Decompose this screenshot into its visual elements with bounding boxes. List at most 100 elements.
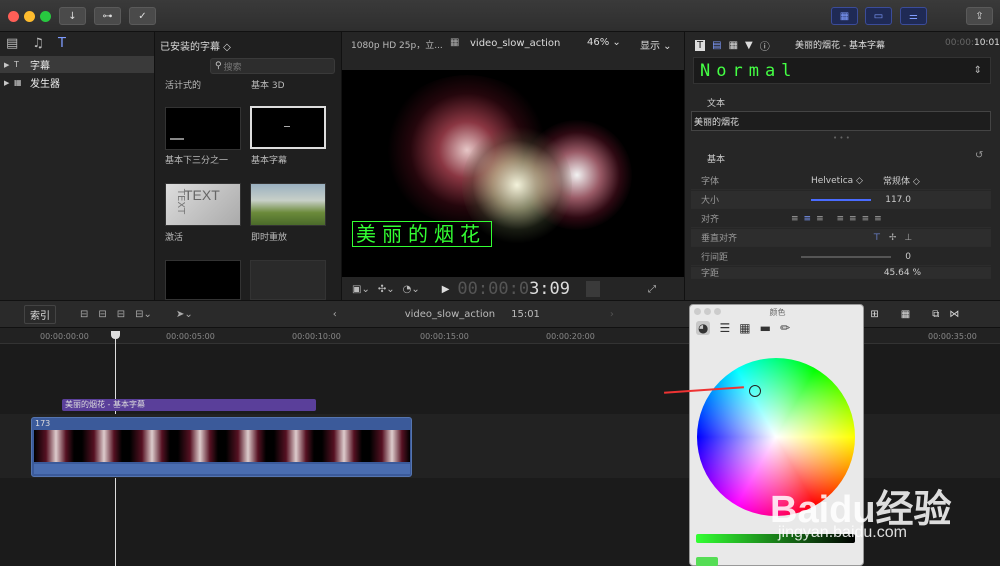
- timeline-toggle-icon[interactable]: ▭: [865, 7, 892, 25]
- inspector-toggle-icon[interactable]: ⚌: [900, 7, 927, 25]
- size-value[interactable]: 117.0: [885, 195, 911, 205]
- insert-clip-icon[interactable]: ⊟: [98, 309, 106, 320]
- title-thumbnail-basic-title[interactable]: [250, 106, 326, 149]
- video-canvas[interactable]: 美丽的烟花: [342, 70, 684, 277]
- titles-generators-icon[interactable]: T: [58, 36, 66, 51]
- line-spacing-value[interactable]: 0: [905, 252, 911, 262]
- clip-number: 173: [35, 419, 51, 428]
- title-thumbnail[interactable]: [165, 260, 241, 300]
- size-row: 大小 117.0: [691, 191, 991, 209]
- video-clip[interactable]: 173: [31, 417, 412, 477]
- chevron-updown-icon: ⇕: [973, 65, 982, 76]
- fullscreen-icon[interactable]: ⤢: [648, 284, 656, 295]
- search-icon: ⚲: [215, 61, 222, 71]
- transform-icon[interactable]: ▣⌄: [352, 284, 370, 295]
- sidebar-item-label: 发生器: [30, 79, 60, 90]
- sidebar-item-generators[interactable]: ▶ ▦ 发生器: [0, 74, 154, 91]
- text-inspector-icon[interactable]: T: [695, 40, 706, 51]
- color-panel-title: 颜色: [769, 308, 786, 317]
- timeline-time: 15:01: [511, 308, 540, 320]
- format-label: 1080p HD 25p，立...: [351, 41, 443, 51]
- color-sliders-tab-icon[interactable]: ☰: [719, 321, 730, 335]
- title-thumbnail-activate[interactable]: TEXT TEXT: [165, 183, 241, 226]
- share-icon[interactable]: ⇪: [966, 7, 993, 25]
- index-button[interactable]: 索引: [24, 304, 56, 324]
- resize-handle[interactable]: • • •: [833, 134, 850, 142]
- play-icon[interactable]: ▶: [442, 284, 450, 295]
- viewer-title-overlay[interactable]: 美丽的烟花: [352, 221, 492, 247]
- display-menu[interactable]: 显示 ⌄: [640, 37, 672, 52]
- tracking-value[interactable]: 45.64 %: [884, 268, 921, 278]
- title-item-label: 基本下三分之一: [165, 156, 229, 166]
- title-thumbnail[interactable]: [250, 260, 326, 300]
- line-spacing-row: 行间距 0: [691, 248, 991, 266]
- align-buttons[interactable]: ≡≡≡ ≡≡≡≡: [791, 214, 887, 224]
- back-icon[interactable]: ‹: [333, 309, 337, 320]
- title-inspector-icon[interactable]: ▤: [712, 40, 721, 51]
- zoom-menu[interactable]: 46% ⌄: [587, 37, 621, 48]
- inspector-panel: T ▤ ▦ ▼ ⓘ 美丽的烟花 - 基本字幕 00:00:10:01 Norma…: [684, 32, 1000, 300]
- watermark-url: jingyan.baidu.com: [778, 524, 907, 541]
- color-wheel-crosshair[interactable]: [749, 385, 761, 397]
- current-color-swatch[interactable]: [696, 557, 718, 566]
- clip-appearance-icon[interactable]: ▦: [901, 309, 910, 320]
- title-thumbnail-lower-third[interactable]: [165, 107, 241, 150]
- reset-icon[interactable]: ↺: [975, 150, 983, 161]
- effects-browser-icon[interactable]: ⧉: [932, 309, 939, 320]
- import-icon[interactable]: ↓: [59, 7, 86, 25]
- info-icon[interactable]: ⓘ: [760, 38, 770, 53]
- title-text-field[interactable]: 美丽的烟花: [691, 111, 991, 131]
- minimize-window-button[interactable]: [24, 11, 35, 22]
- connect-clip-icon[interactable]: ⊟: [117, 309, 125, 320]
- speed-icon[interactable]: ◔⌄: [403, 284, 420, 295]
- music-icon[interactable]: ♫: [32, 36, 44, 51]
- audio-waveform: [34, 464, 410, 474]
- zoom-window-button[interactable]: [40, 11, 51, 22]
- forward-icon[interactable]: ›: [610, 309, 614, 320]
- append-clip-icon[interactable]: ⊟: [80, 309, 88, 320]
- sidebar-item-titles[interactable]: ▶ T 字幕: [0, 56, 154, 73]
- select-tool-icon[interactable]: ➤⌄: [176, 309, 193, 320]
- text-preset-menu[interactable]: Normal ⇕: [693, 57, 991, 84]
- filter-inspector-icon[interactable]: ▼: [745, 40, 753, 51]
- video-filmstrip: [34, 430, 410, 462]
- tracking-row: 字距 45.64 %: [691, 267, 991, 279]
- alignment-row: 对齐 ≡≡≡ ≡≡≡≡: [691, 210, 991, 228]
- sidebar-item-label: 字幕: [30, 61, 50, 72]
- pencils-tab-icon[interactable]: ✏: [780, 321, 790, 335]
- generators-icon: ▦: [14, 78, 22, 87]
- enhance-icon[interactable]: ✣⌄: [378, 284, 395, 295]
- skimming-icon[interactable]: ⊞: [870, 309, 878, 320]
- library-sidebar: ▤ ♫ T ▶ T 字幕 ▶ ▦ 发生器: [0, 32, 155, 300]
- keyword-icon[interactable]: ⊶: [94, 7, 121, 25]
- basic-section-label: 基本: [707, 155, 726, 165]
- playhead-handle[interactable]: [111, 331, 120, 339]
- preset-label: Normal: [700, 60, 798, 81]
- title-clip[interactable]: 美丽的烟花 - 基本字幕: [62, 399, 316, 411]
- font-style-select[interactable]: 常规体 ◇: [883, 174, 920, 187]
- photos-icon[interactable]: ▤: [6, 36, 18, 51]
- timeline-clip-name: video_slow_action: [404, 308, 496, 320]
- video-inspector-icon[interactable]: ▦: [729, 40, 738, 51]
- overwrite-clip-icon[interactable]: ⊟⌄: [135, 309, 152, 320]
- font-family-select[interactable]: Helvetica ◇: [811, 176, 863, 186]
- line-spacing-slider[interactable]: [801, 256, 891, 258]
- image-palettes-tab-icon[interactable]: ▬: [760, 321, 771, 335]
- size-slider[interactable]: [811, 199, 871, 201]
- color-wheel-tab-icon[interactable]: ◕: [696, 321, 711, 335]
- vertical-align-buttons[interactable]: ⊤✢⊥: [873, 233, 920, 243]
- title-item-label: 基本 3D: [251, 81, 285, 91]
- window-toolbar: ↓ ⊶ ✓ ▦ ▭ ⚌ ⇪: [0, 0, 1000, 32]
- browser-toggle-icon[interactable]: ▦: [831, 7, 858, 25]
- search-input[interactable]: ⚲ 搜索: [210, 58, 335, 74]
- browser-header[interactable]: 已安装的字幕 ◇: [160, 38, 231, 53]
- timecode-display[interactable]: 00:00:03:09: [457, 279, 570, 299]
- transitions-icon[interactable]: ⋈: [949, 309, 959, 320]
- close-window-button[interactable]: [8, 11, 19, 22]
- font-row: 字体 Helvetica ◇ 常规体 ◇: [691, 172, 991, 190]
- color-palettes-tab-icon[interactable]: ▦: [739, 321, 750, 335]
- title-thumbnail-instant-replay[interactable]: [250, 183, 326, 226]
- background-tasks-icon[interactable]: ✓: [129, 7, 156, 25]
- audio-meter: [586, 281, 601, 297]
- viewer-clip-name: video_slow_action: [470, 38, 561, 49]
